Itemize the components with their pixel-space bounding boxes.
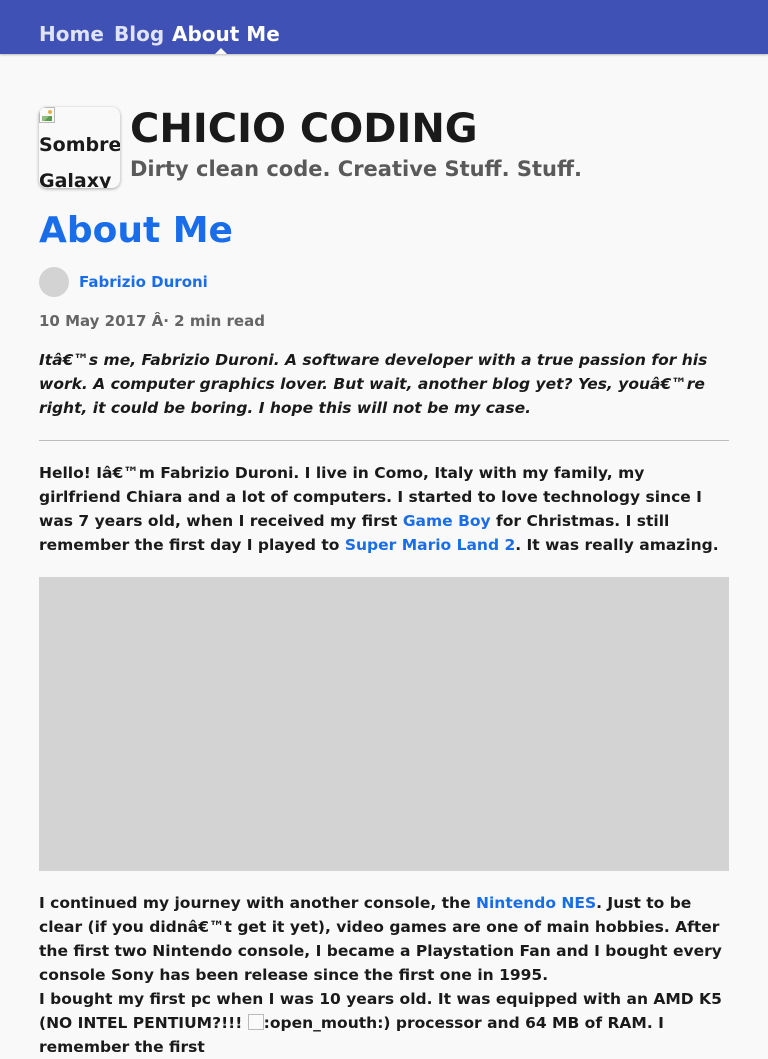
emoji-alt-text: :open_mouth: [263, 1014, 384, 1032]
paragraph-text: . It was really amazing. [515, 536, 719, 554]
article-image [39, 577, 729, 871]
broken-image-icon [39, 107, 55, 123]
author-name-link[interactable]: Fabrizio Duroni [79, 271, 208, 293]
game-boy-link[interactable]: Game Boy [403, 512, 491, 530]
top-navigation-bar: Home Blog About Me [0, 0, 768, 54]
nav-home-link[interactable]: Home [39, 21, 104, 47]
author-avatar [39, 267, 69, 297]
intro-paragraph: Hello! Iâ€™m Fabrizio Duroni. I live in … [39, 461, 729, 557]
divider [39, 440, 729, 441]
first-pc-paragraph: I bought my first pc when I was 10 years… [39, 987, 729, 1059]
site-title[interactable]: CHICIO CODING [130, 103, 478, 155]
console-paragraph: I continued my journey with another cons… [39, 891, 729, 987]
paragraph-text: I continued my journey with another cons… [39, 894, 476, 912]
site-logo[interactable]: Sombrero Galaxy [39, 107, 120, 188]
nintendo-nes-link[interactable]: Nintendo NES [476, 894, 596, 912]
post-date-readtime: 10 May 2017 Â· 2 min read [39, 312, 265, 330]
active-nav-indicator-icon [215, 48, 227, 54]
post-description: Itâ€™s me, Fabrizio Duroni. A software d… [39, 351, 708, 417]
site-tagline: Dirty clean code. Creative Stuff. Stuff. [130, 157, 582, 181]
post-title: About Me [39, 210, 233, 251]
nav-blog-link[interactable]: Blog [114, 21, 164, 47]
nav-about-me-link[interactable]: About Me [172, 21, 280, 47]
open-mouth-emoji-icon [247, 1014, 264, 1030]
super-mario-land-2-link[interactable]: Super Mario Land 2 [345, 536, 515, 554]
logo-alt-text: Sombrero Galaxy [39, 134, 120, 188]
